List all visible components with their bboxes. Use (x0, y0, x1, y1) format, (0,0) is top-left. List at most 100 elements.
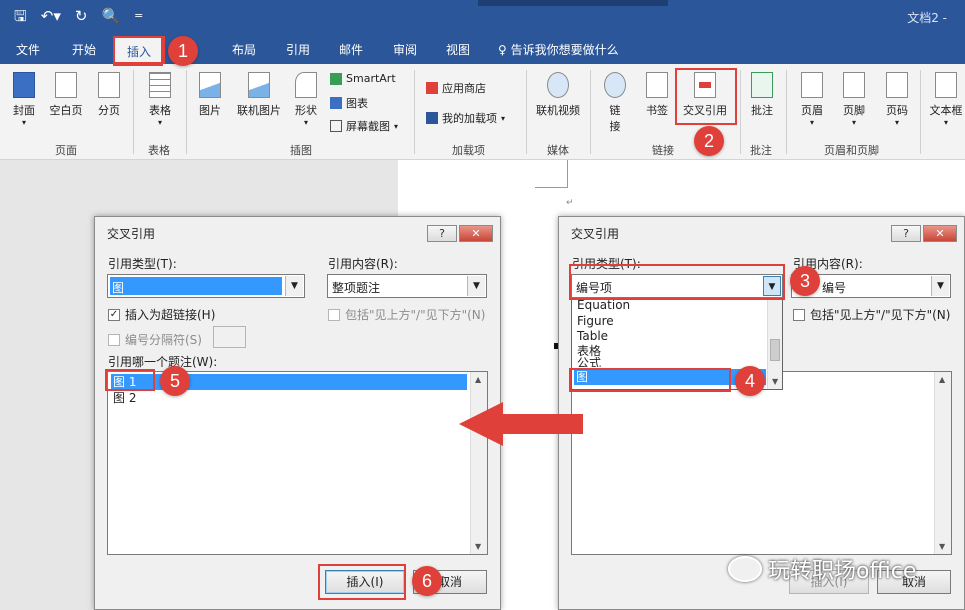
addins-icon (426, 112, 438, 124)
page-break-icon (98, 72, 120, 98)
customize-qat-icon[interactable]: = (134, 6, 143, 26)
ref-type-value: 图 (110, 277, 282, 295)
cover-page-button[interactable]: 封面 ▾ (10, 72, 38, 127)
smartart-button[interactable]: SmartArt (330, 72, 396, 85)
picture-button[interactable]: 图片 (196, 72, 224, 118)
ref-type-select[interactable]: 图 ▼ (107, 274, 305, 298)
footer-button[interactable]: 页脚 ▾ (840, 72, 868, 127)
tab-mailings[interactable]: 邮件 (339, 41, 363, 58)
scroll-up-icon[interactable]: ▲ (475, 375, 481, 384)
link-button[interactable]: 链接 (600, 72, 630, 134)
watermark: 玩转职场office (728, 553, 916, 585)
page-break-button[interactable]: 分页 (94, 72, 124, 118)
which-caption-label: 引用哪一个题注(W): (108, 355, 218, 369)
chevron-down-icon[interactable]: ▼ (467, 276, 485, 296)
tell-me-box[interactable]: ♀ 告诉我你想要做什么 (498, 41, 619, 58)
step-badge-1: 1 (168, 36, 198, 66)
separator-input[interactable] (213, 326, 246, 348)
ref-content-select[interactable]: 整项题注 ▼ (327, 274, 487, 298)
picture-icon (199, 72, 221, 98)
cross-reference-dialog-left: 交叉引用 ? ✕ 引用类型(T): 图 ▼ 引用内容(R): 整项题注 ▼ ✓ … (94, 216, 501, 610)
close-button[interactable]: ✕ (459, 225, 493, 242)
list-item[interactable]: 图 2 (111, 390, 138, 406)
smartart-icon (330, 72, 342, 85)
separate-numbers-checkbox[interactable]: 编号分隔符(S) (108, 331, 202, 348)
highlight-ref-type (569, 264, 785, 300)
ref-content-label: 引用内容(R): (328, 257, 398, 271)
scroll-down-icon[interactable]: ▼ (475, 542, 481, 551)
scroll-down-icon[interactable]: ▼ (939, 542, 945, 551)
tab-view[interactable]: 视图 (446, 41, 470, 58)
table-button[interactable]: 表格 ▾ (146, 72, 174, 127)
cover-page-icon (13, 72, 35, 98)
close-button[interactable]: ✕ (923, 225, 957, 242)
header-button[interactable]: 页眉 ▾ (798, 72, 826, 127)
caption-list[interactable]: 图 1 图 2 ▲ ▼ (107, 371, 488, 555)
print-preview-icon[interactable]: 🔍 (101, 6, 120, 26)
list-item[interactable]: Table (575, 328, 610, 344)
list-item[interactable]: 公式 (575, 357, 603, 367)
crop-mark (535, 187, 567, 188)
scrollbar[interactable]: ▼ (767, 299, 782, 389)
chevron-down-icon[interactable]: ▼ (931, 276, 949, 296)
shapes-button[interactable]: 形状 ▾ (292, 72, 320, 127)
online-video-button[interactable]: 联机视频 (533, 72, 583, 118)
table-icon (149, 72, 171, 98)
ribbon-insert: 封面 ▾ 空白页 分页 页面 表格 ▾ 表格 图片 联机图片 形状 ▾ SmartAr… (0, 64, 965, 160)
store-button[interactable]: 应用商店 (426, 80, 486, 96)
list-item[interactable]: Equation (575, 299, 632, 313)
ribbon-separator (186, 70, 187, 154)
wechat-logo-icon (728, 556, 762, 582)
footer-icon (843, 72, 865, 98)
chevron-down-icon[interactable]: ▼ (285, 276, 303, 296)
page-number-button[interactable]: 页码 ▾ (882, 72, 912, 127)
help-button[interactable]: ? (427, 225, 457, 242)
screenshot-button[interactable]: 屏幕截图 ▾ (330, 118, 398, 134)
title-bar-dark-strip (478, 0, 668, 6)
ribbon-separator (920, 70, 921, 154)
step-badge-2: 2 (694, 126, 724, 156)
tab-layout[interactable]: 布局 (232, 41, 256, 58)
scrollbar[interactable]: ▲ ▼ (934, 372, 951, 554)
caption-list[interactable]: ▲ ▼ (571, 371, 952, 555)
group-label-tables: 表格 (148, 144, 170, 157)
list-item[interactable]: Figure (575, 313, 616, 329)
highlight-insert-button (318, 564, 406, 600)
insert-hyperlink-checkbox[interactable]: ✓ 插入为超链接(H) (108, 306, 215, 323)
tab-file[interactable]: 文件 (16, 41, 40, 58)
header-icon (801, 72, 823, 98)
bookmark-button[interactable]: 书签 (642, 72, 672, 118)
step-badge-5: 5 (160, 366, 190, 396)
text-box-button[interactable]: 文本框 ▾ (928, 72, 964, 127)
blank-page-icon (55, 72, 77, 98)
group-label-addins: 加载项 (452, 144, 485, 157)
undo-icon[interactable]: ↶▾ (41, 6, 61, 26)
scroll-down-icon[interactable]: ▼ (772, 377, 778, 386)
help-button[interactable]: ? (891, 225, 921, 242)
online-picture-button[interactable]: 联机图片 (234, 72, 284, 118)
comment-button[interactable]: 批注 (748, 72, 776, 118)
tab-home[interactable]: 开始 (72, 41, 96, 58)
tab-references[interactable]: 引用 (286, 41, 310, 58)
paragraph-mark: ↵ (566, 198, 574, 208)
ref-content-value: 编号 (822, 281, 847, 295)
dialog-title: 交叉引用 (571, 227, 620, 241)
redo-icon[interactable]: ↻ (75, 6, 88, 26)
store-icon (426, 82, 438, 94)
group-label-links: 链接 (652, 144, 674, 157)
left-arrow-icon (459, 402, 583, 446)
checkmark-icon: ✓ (108, 308, 120, 321)
scroll-thumb[interactable] (770, 339, 780, 361)
chart-button[interactable]: 图表 (330, 95, 368, 111)
scroll-up-icon[interactable]: ▲ (939, 375, 945, 384)
include-above-below-checkbox[interactable]: 包括"见上方"/"见下方"(N) (328, 306, 485, 323)
group-label-illustrations: 插图 (290, 144, 312, 157)
ribbon-separator (786, 70, 787, 154)
page-number-icon (886, 72, 908, 98)
my-addins-button[interactable]: 我的加载项 ▾ (426, 110, 505, 126)
blank-page-button[interactable]: 空白页 (48, 72, 84, 118)
tab-review[interactable]: 审阅 (393, 41, 417, 58)
ref-content-value: 整项题注 (332, 281, 381, 295)
save-icon[interactable]: 🖫 (14, 6, 27, 26)
include-above-below-checkbox[interactable]: 包括"见上方"/"见下方"(N) (793, 306, 950, 323)
